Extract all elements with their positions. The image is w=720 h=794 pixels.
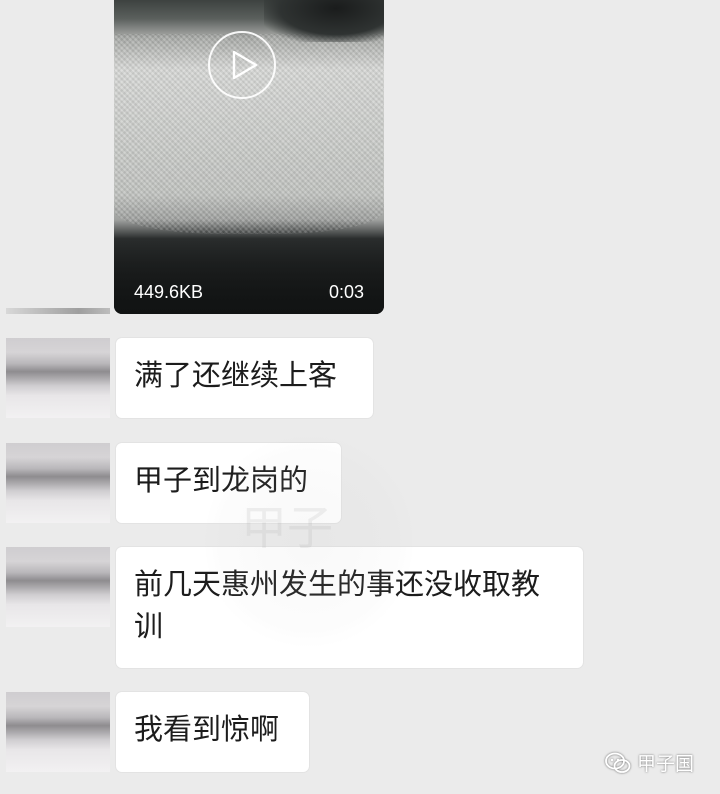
chat-area: 449.6KB 0:03 满了还继续上客 甲子到龙岗的 前几天惠州发生的事还没收…	[0, 0, 720, 794]
message-bubble[interactable]: 满了还继续上客	[116, 338, 373, 418]
video-duration: 0:03	[328, 282, 364, 302]
video-message[interactable]: 449.6KB 0:03	[114, 0, 384, 314]
message-bubble[interactable]: 甲子到龙岗的	[116, 443, 341, 523]
message-bubble[interactable]: 前几天惠州发生的事还没收取教训	[116, 547, 583, 668]
wechat-icon	[605, 752, 631, 774]
message-bubble[interactable]: 我看到惊啊	[116, 692, 309, 772]
video-file-size: 449.6KB	[134, 282, 204, 302]
avatar[interactable]	[6, 308, 110, 314]
avatar[interactable]	[6, 443, 110, 523]
video-thumbnail-shadow	[264, 0, 384, 42]
corner-watermark-text: 甲子国	[636, 753, 694, 775]
corner-watermark: 甲子国	[605, 749, 694, 776]
avatar[interactable]	[6, 338, 110, 418]
play-icon[interactable]	[208, 31, 276, 99]
avatar[interactable]	[6, 692, 110, 772]
avatar[interactable]	[6, 547, 110, 627]
